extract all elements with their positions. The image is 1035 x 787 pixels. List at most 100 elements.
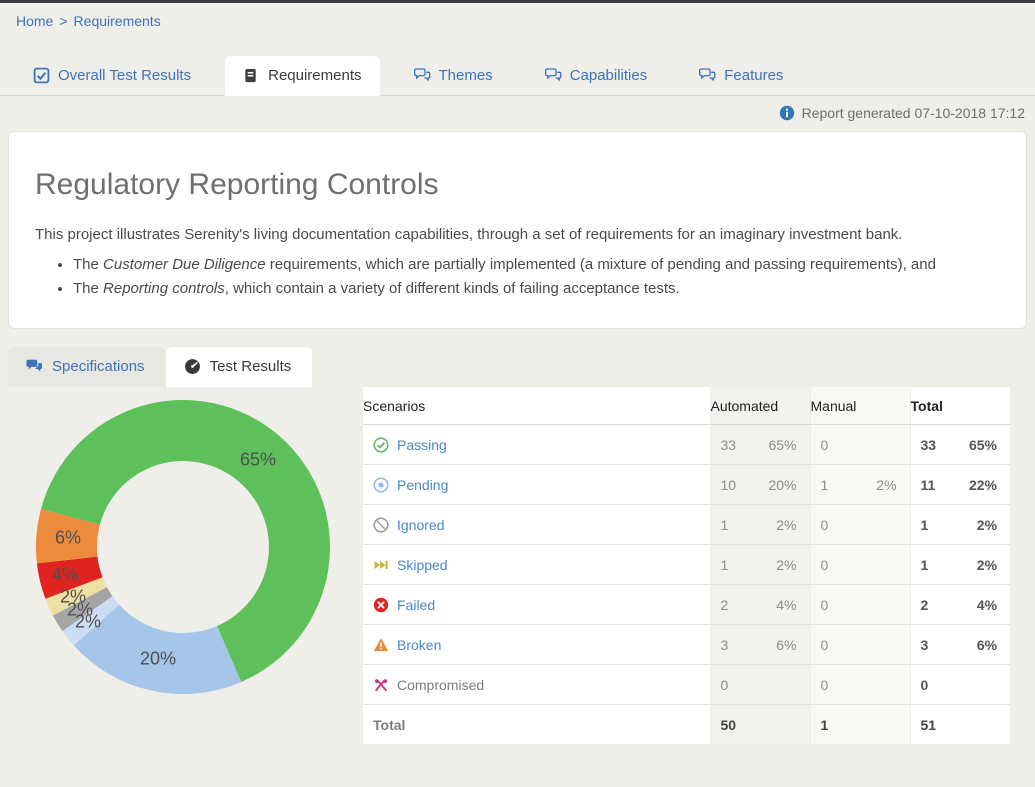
donut-label-skipped: 2% [60, 587, 86, 608]
broken-icon [373, 637, 389, 653]
scenario-label-skipped[interactable]: Skipped [397, 557, 448, 573]
automated-percent: 2% [758, 505, 810, 545]
project-bullet-2: The Reporting controls, which contain a … [73, 280, 1002, 297]
automated-percent [758, 665, 810, 705]
scenario-label-failed[interactable]: Failed [397, 597, 435, 613]
scenario-label-ignored[interactable]: Ignored [397, 517, 444, 533]
book-icon [243, 67, 260, 84]
subtab-label: Test Results [210, 358, 292, 375]
manual-percent [858, 705, 910, 745]
tab-label: Overall Test Results [58, 67, 191, 84]
manual-count: 0 [810, 505, 858, 545]
breadcrumb-link-home[interactable]: Home [16, 13, 53, 29]
total-percent: 2% [958, 505, 1010, 545]
manual-percent [858, 425, 910, 465]
total-count: 1 [910, 545, 958, 585]
manual-percent [858, 625, 910, 665]
automated-count: 1 [710, 505, 758, 545]
automated-count: 0 [710, 665, 758, 705]
failed-icon [373, 597, 389, 613]
page-title: Regulatory Reporting Controls [35, 168, 1002, 202]
speech-bubbles-icon [699, 67, 716, 84]
automated-percent: 4% [758, 585, 810, 625]
automated-count: 2 [710, 585, 758, 625]
breadcrumb: Home > Requirements [0, 3, 1035, 29]
manual-count: 0 [810, 545, 858, 585]
breadcrumb-separator: > [59, 13, 67, 29]
test-results-content: 65%20%2%2%2%4%6% Scenarios Automated Man… [0, 387, 1035, 744]
total-percent: 4% [958, 585, 1010, 625]
tab-themes[interactable]: Themes [396, 56, 511, 96]
manual-count: 0 [810, 625, 858, 665]
scenario-label-broken[interactable]: Broken [397, 637, 441, 653]
total-percent [958, 705, 1010, 745]
gauge-icon [184, 358, 201, 375]
passing-icon [373, 437, 389, 453]
project-overview-panel: Regulatory Reporting Controls This proje… [8, 131, 1027, 329]
automated-count: 50 [710, 705, 758, 745]
table-row-compromised: Compromised 0 0 0 [363, 665, 1010, 705]
subtab-test-results[interactable]: Test Results [166, 347, 313, 387]
total-count: 0 [910, 665, 958, 705]
column-header-total: Total [910, 387, 1010, 425]
automated-count: 33 [710, 425, 758, 465]
tab-label: Capabilities [570, 67, 648, 84]
column-header-automated: Automated [710, 387, 810, 425]
column-header-scenarios: Scenarios [363, 387, 710, 425]
tab-features[interactable]: Features [681, 56, 801, 96]
total-percent: 2% [958, 545, 1010, 585]
tab-label: Themes [439, 67, 493, 84]
tab-overall-test-results[interactable]: Overall Test Results [15, 56, 209, 96]
manual-count: 0 [810, 585, 858, 625]
scenario-label-passing[interactable]: Passing [397, 437, 447, 453]
scenario-label-compromised: Compromised [397, 677, 484, 693]
manual-count: 0 [810, 665, 858, 705]
total-percent: 22% [958, 465, 1010, 505]
breadcrumb-link-requirements[interactable]: Requirements [74, 13, 161, 29]
total-count: 33 [910, 425, 958, 465]
automated-percent: 20% [758, 465, 810, 505]
scenario-label-pending[interactable]: Pending [397, 477, 448, 493]
table-row-total: Total50151 [363, 705, 1010, 745]
speech-bubbles-icon [414, 67, 431, 84]
total-percent: 65% [958, 425, 1010, 465]
scenario-label-total: Total [373, 717, 405, 733]
automated-percent: 6% [758, 625, 810, 665]
total-count: 3 [910, 625, 958, 665]
tab-requirements[interactable]: Requirements [225, 56, 379, 96]
results-table-body: Passing3365%03365%Pending1020%12%1122%Ig… [363, 425, 1010, 745]
table-header-row: Scenarios Automated Manual Total [363, 387, 1010, 425]
pending-icon [373, 477, 389, 493]
manual-percent [858, 585, 910, 625]
manual-count: 1 [810, 705, 858, 745]
secondary-tab-bar: Specifications Test Results [8, 347, 1035, 387]
manual-percent [858, 545, 910, 585]
project-bullet-1: The Customer Due Diligence requirements,… [73, 256, 1002, 273]
checkbox-checked-icon [33, 67, 50, 84]
total-percent [958, 665, 1010, 705]
donut-label-broken: 6% [55, 528, 81, 549]
donut-label-passing: 65% [240, 450, 276, 471]
report-generated-text: Report generated 07-10-2018 17:12 [802, 105, 1025, 121]
tab-label: Requirements [268, 67, 361, 84]
project-description: This project illustrates Serenity's livi… [35, 226, 1002, 243]
manual-percent [858, 505, 910, 545]
table-row-failed: Failed24%024% [363, 585, 1010, 625]
automated-count: 10 [710, 465, 758, 505]
column-header-manual: Manual [810, 387, 910, 425]
scenario-results-donut-chart: 65%20%2%2%2%4%6% [35, 399, 331, 695]
automated-percent [758, 705, 810, 745]
automated-count: 1 [710, 545, 758, 585]
manual-percent [858, 665, 910, 705]
table-row-passing: Passing3365%03365% [363, 425, 1010, 465]
donut-label-failed: 4% [52, 565, 78, 586]
donut-label-pending-automated: 20% [140, 649, 176, 670]
total-count: 11 [910, 465, 958, 505]
speech-bubbles-icon [545, 67, 562, 84]
project-bullet-list: The Customer Due Diligence requirements,… [33, 256, 1002, 297]
skipped-icon [373, 557, 389, 573]
ignored-icon [373, 517, 389, 533]
tab-capabilities[interactable]: Capabilities [527, 56, 666, 96]
subtab-specifications[interactable]: Specifications [8, 347, 166, 387]
automated-percent: 2% [758, 545, 810, 585]
